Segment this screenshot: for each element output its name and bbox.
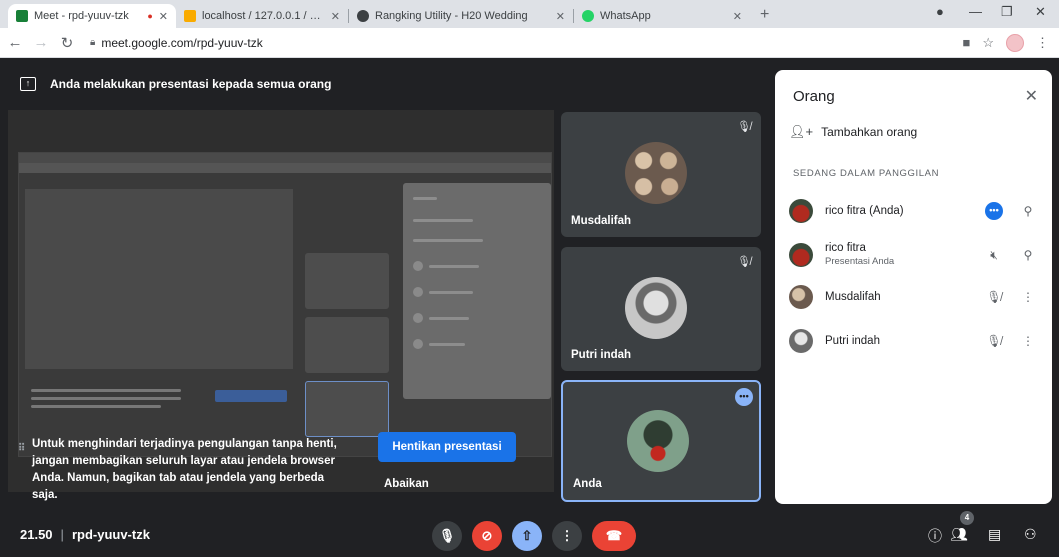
meeting-info: 21.50 | rpd-yuuv-tzk	[20, 527, 150, 542]
url-text: meet.google.com/rpd-yuuv-tzk	[101, 35, 263, 50]
people-row: Putri indah 🎙︎̸ ⋮	[789, 322, 1041, 360]
recording-dot-icon: ●	[147, 11, 153, 21]
close-tab-icon[interactable]: ✕	[159, 10, 168, 23]
grid-icon: ⠿	[18, 443, 26, 454]
participant-tile-musdalifah[interactable]: 🎙︎̸ Musdalifah	[561, 112, 761, 237]
menu-kebab-icon[interactable]: ⋮	[1036, 35, 1049, 51]
tab-title: Meet - rpd-yuuv-tzk	[34, 10, 129, 22]
person-name: rico fitra	[825, 242, 866, 254]
reload-icon[interactable]: ↻	[56, 34, 78, 52]
add-person-icon: 👤︎+	[789, 124, 814, 139]
meet-favicon	[16, 10, 28, 22]
activities-icon[interactable]: ⚇	[1024, 526, 1037, 543]
maximize-icon[interactable]: ❐	[1001, 4, 1013, 20]
url-field[interactable]: 🔒︎ meet.google.com/rpd-yuuv-tzk	[86, 32, 962, 54]
mic-off-icon: 🎙︎̸	[737, 256, 751, 268]
unpin-icon[interactable]: ⚲	[1015, 248, 1041, 262]
recursive-screen-preview	[18, 152, 552, 457]
person-name: Putri indah	[825, 334, 880, 347]
tab-title: WhatsApp	[600, 10, 651, 22]
bookmark-star-icon[interactable]: ☆	[982, 35, 994, 51]
people-count-badge: 4	[960, 511, 974, 525]
tab-meet[interactable]: Meet - rpd-yuuv-tzk ● ✕	[8, 4, 176, 28]
address-bar: ← → ↻ 🔒︎ meet.google.com/rpd-yuuv-tzk ■ …	[0, 28, 1059, 58]
meet-stage: ↑ Anda melakukan presentasi kepada semua…	[0, 58, 1059, 557]
avatar	[789, 285, 813, 309]
tab-title: Rangking Utility - H20 Wedding	[375, 10, 528, 22]
close-panel-icon[interactable]: ✕	[1025, 86, 1038, 106]
people-icon[interactable]: 👥︎	[950, 526, 968, 543]
microphone-button[interactable]: 🎙︎	[432, 521, 462, 551]
person-subtitle: Presentasi Anda	[825, 256, 895, 267]
banner-text: Anda melakukan presentasi kepada semua o…	[50, 77, 332, 91]
participant-name: Musdalifah	[571, 215, 632, 227]
avatar	[789, 199, 813, 223]
close-tab-icon[interactable]: ✕	[331, 10, 340, 23]
participant-name: Anda	[573, 478, 602, 490]
globe-icon	[357, 10, 369, 22]
new-tab-button[interactable]: +	[750, 4, 779, 28]
tab-rangking[interactable]: Rangking Utility - H20 Wedding ✕	[349, 4, 573, 28]
leave-call-button[interactable]: ☎	[592, 521, 636, 551]
more-options-icon[interactable]: •••	[981, 202, 1007, 220]
loop-warning-text: ⠿ Untuk menghindari terjadinya pengulang…	[18, 436, 352, 504]
participant-avatar	[625, 277, 687, 339]
mic-off-icon: 🎙︎̸	[986, 290, 1002, 304]
more-vert-icon[interactable]: ⋮	[1015, 290, 1041, 304]
more-vert-icon[interactable]: ⋮	[1015, 334, 1041, 348]
participant-avatar	[627, 410, 689, 472]
panel-title: Orang	[793, 88, 835, 105]
dismiss-link[interactable]: Abaikan	[384, 478, 429, 490]
whatsapp-favicon	[582, 10, 594, 22]
present-screen-icon: ↑	[20, 77, 36, 91]
people-row: rico fitra Presentasi Anda 🔇︎ ⚲	[789, 236, 1041, 274]
stop-presenting-button[interactable]: Hentikan presentasi	[378, 432, 516, 462]
people-row: Musdalifah 🎙︎̸ ⋮	[789, 278, 1041, 316]
people-panel: Orang ✕ 👤︎+ Tambahkan orang SEDANG DALAM…	[775, 70, 1052, 504]
mic-off-icon: 🎙︎̸	[737, 121, 751, 133]
minimize-icon[interactable]: —	[969, 4, 982, 19]
camera-in-use-icon[interactable]: ■	[962, 35, 970, 50]
tab-localhost[interactable]: localhost / 127.0.0.1 / planner | p ✕	[176, 4, 348, 28]
participant-avatar	[625, 142, 687, 204]
avatar	[789, 243, 813, 267]
meeting-details-icon[interactable]: ⓘ	[928, 526, 942, 546]
camera-off-button[interactable]: ⊘	[472, 521, 502, 551]
profile-dot-icon[interactable]: ●	[936, 4, 944, 19]
forward-arrow-icon[interactable]: →	[30, 34, 52, 51]
participant-tile-self[interactable]: ••• Anda	[561, 380, 761, 502]
presenting-banner: ↑ Anda melakukan presentasi kepada semua…	[8, 70, 768, 98]
present-now-button[interactable]: ⇧	[512, 521, 542, 551]
participant-name: Putri indah	[571, 349, 632, 361]
more-options-icon[interactable]: •••	[735, 388, 753, 406]
profile-avatar[interactable]	[1006, 33, 1024, 52]
tab-strip: Meet - rpd-yuuv-tzk ● ✕ localhost / 127.…	[0, 0, 1059, 28]
participant-tile-putri[interactable]: 🎙︎̸ Putri indah	[561, 247, 761, 371]
meeting-code: rpd-yuuv-tzk	[71, 527, 150, 542]
lock-icon: 🔒︎	[90, 37, 96, 48]
chat-icon[interactable]: ▤	[988, 526, 1001, 543]
close-tab-icon[interactable]: ✕	[733, 10, 742, 23]
more-options-button[interactable]: ⋮	[552, 521, 582, 551]
tab-whatsapp[interactable]: WhatsApp ✕	[574, 4, 750, 28]
warning-message: Untuk menghindari terjadinya pengulangan…	[32, 438, 337, 501]
add-people-button[interactable]: 👤︎+ Tambahkan orang	[789, 124, 917, 140]
person-name: rico fitra (Anda)	[825, 204, 904, 217]
person-name: Musdalifah	[825, 290, 881, 303]
phpmyadmin-favicon	[184, 10, 196, 22]
clock-time: 21.50	[20, 527, 53, 542]
volume-off-icon: 🔇︎	[990, 247, 998, 262]
avatar	[789, 329, 813, 353]
mic-off-icon: 🎙︎̸	[986, 334, 1002, 348]
add-people-label: Tambahkan orang	[821, 125, 918, 139]
pin-icon[interactable]: ⚲	[1015, 204, 1041, 218]
in-call-heading: SEDANG DALAM PANGGILAN	[793, 168, 940, 179]
back-arrow-icon[interactable]: ←	[4, 34, 26, 51]
close-tab-icon[interactable]: ✕	[556, 10, 565, 23]
people-row: rico fitra (Anda) ••• ⚲	[789, 192, 1041, 230]
tab-title: localhost / 127.0.0.1 / planner | p	[202, 10, 325, 22]
close-window-icon[interactable]: ✕	[1035, 4, 1046, 20]
call-controls-bar: 21.50 | rpd-yuuv-tzk 🎙︎ ⊘ ⇧ ⋮ ☎ ⓘ 👥︎ 4 ▤ ⚇	[0, 511, 1059, 557]
